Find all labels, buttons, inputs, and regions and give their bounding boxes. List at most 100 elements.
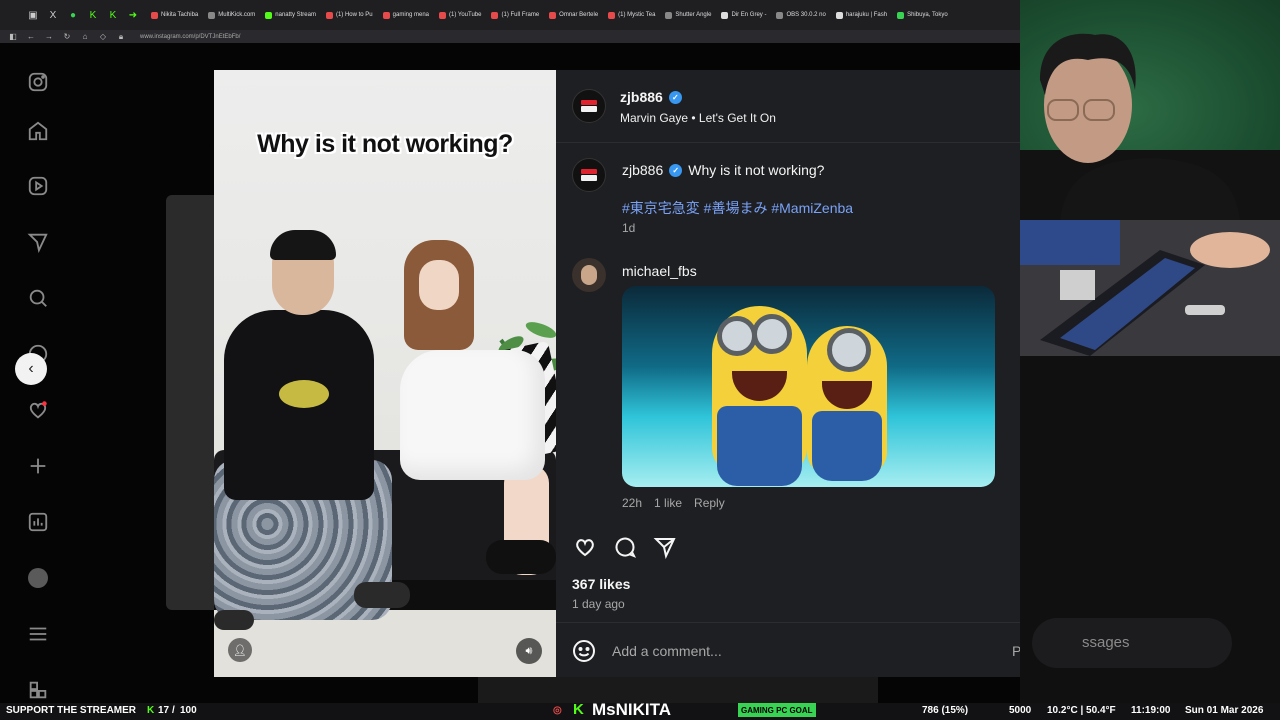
author-username[interactable]: zjb886 — [620, 89, 663, 105]
comment-likes[interactable]: 1 like — [654, 496, 682, 510]
circle-icon[interactable]: ● — [66, 8, 80, 22]
webcam-desk — [1020, 220, 1280, 356]
verified-badge-icon: ✓ — [669, 163, 683, 177]
verified-badge-icon: ✓ — [668, 90, 682, 104]
kick-icon[interactable]: K — [86, 8, 100, 22]
bookmark-icon — [325, 11, 333, 19]
forward-icon[interactable]: → — [44, 32, 54, 41]
sub-count: 17 — [158, 705, 170, 716]
bookmark[interactable]: Shutter Angle — [660, 0, 716, 30]
comment-icon[interactable] — [612, 534, 638, 560]
bookmark-icon — [835, 11, 843, 19]
bookmark[interactable]: (1) Mystic Tea — [603, 0, 660, 30]
previous-post-button[interactable]: ‹ — [15, 353, 47, 385]
volume-icon[interactable]: 🔊︎ — [516, 638, 542, 664]
stream-overlay-bar: SUPPORT THE STREAMER K 17 / 100 ◎ K MsNI… — [0, 700, 1280, 720]
commenter-avatar[interactable] — [572, 258, 606, 292]
create-icon[interactable] — [26, 454, 50, 478]
kick-icon[interactable]: K — [106, 8, 120, 22]
kick-icon: K — [147, 705, 155, 716]
bookmark-label: Shutter Angle — [675, 12, 712, 18]
caption-hashtags[interactable]: #東京宅急変 #善場まみ #MamiZenba — [622, 198, 853, 218]
messages-label: ssages — [1082, 634, 1130, 651]
menu-icon[interactable] — [26, 622, 50, 646]
goal-label: GAMING PC GOAL — [738, 703, 816, 717]
post-actions — [572, 534, 1042, 562]
bookmark-label: Shibuya, Tokyo — [907, 12, 948, 18]
search-icon[interactable] — [26, 286, 50, 310]
profile-avatar[interactable] — [26, 566, 50, 590]
messages-pill[interactable] — [1032, 618, 1232, 668]
bookmark[interactable]: (1) Full Frame — [486, 0, 544, 30]
commenter-username[interactable]: michael_fbs — [622, 263, 697, 279]
bookmark[interactable]: OBS 30.0.2 no — [771, 0, 830, 30]
post-music[interactable]: Marvin Gaye • Let's Get It On — [620, 111, 776, 125]
sidebar-toggle-icon[interactable]: ◧ — [8, 32, 18, 41]
bookmark-label: gaming mena — [392, 12, 429, 18]
author-avatar[interactable] — [572, 89, 606, 123]
slipper — [214, 610, 254, 630]
messages-icon[interactable] — [26, 230, 50, 254]
bookmark[interactable]: (1) How to Pu — [321, 0, 378, 30]
bookmark-label: Dir En Grey - — [731, 12, 767, 18]
instagram-logo-icon[interactable] — [26, 70, 50, 94]
x-icon[interactable]: X — [46, 8, 60, 22]
bookmark-icon — [549, 11, 557, 19]
bookmark[interactable]: Omnar Bertele — [544, 0, 603, 30]
home-icon[interactable] — [26, 119, 50, 143]
like-icon[interactable] — [572, 534, 598, 560]
notifications-icon[interactable] — [26, 398, 50, 422]
comment-reply-button[interactable]: Reply — [694, 496, 725, 510]
minion-overalls — [717, 406, 802, 486]
hoodie-logo — [279, 380, 329, 408]
home-icon[interactable]: ⌂ — [80, 32, 90, 41]
bookmark[interactable]: Dir En Grey - — [716, 0, 771, 30]
bookmark[interactable]: (1) YouTube — [434, 0, 486, 30]
bookmark[interactable]: nanatty Stream — [260, 0, 321, 30]
bookmark[interactable]: gaming mena — [378, 0, 434, 30]
bookmark-label: nanatty Stream — [275, 12, 316, 18]
dashboard-icon[interactable] — [26, 510, 50, 534]
divider — [556, 622, 1055, 623]
arrow-icon[interactable]: ➜ — [126, 8, 140, 22]
shield-icon[interactable]: ◇ — [98, 32, 108, 41]
woman-face — [419, 260, 459, 310]
bookmark-icon — [439, 11, 446, 19]
comment-input[interactable] — [612, 640, 992, 662]
bookmark[interactable]: Nikita Tachiba — [146, 0, 203, 30]
tab-grid-icon[interactable]: ▣ — [26, 8, 40, 22]
bookmark-label: (1) YouTube — [449, 12, 482, 18]
caption-username[interactable]: zjb886 — [622, 162, 663, 178]
bookmark-icon — [491, 11, 499, 19]
share-icon[interactable] — [652, 534, 678, 560]
bookmarks-bar: ▣ X ● K K ➜ Nikita Tachiba MultiKick.com… — [0, 0, 1020, 30]
reload-icon[interactable]: ↻ — [62, 32, 72, 41]
slipper — [354, 582, 410, 608]
sub-separator: / — [172, 705, 175, 716]
tagged-user-icon[interactable]: 👤︎ — [228, 638, 252, 662]
bookmark-icon — [608, 11, 616, 19]
like-count[interactable]: 367 likes — [572, 576, 630, 592]
post-video[interactable]: Why is it not working? 👤︎ 🔊︎ — [214, 70, 556, 677]
caption-avatar[interactable] — [572, 158, 606, 192]
webcam-face — [1020, 0, 1280, 220]
url-field[interactable]: www.instagram.com/p/DVTJnEtEbFb/ — [140, 34, 240, 40]
bookmark[interactable]: MultiKick.com — [203, 0, 260, 30]
back-icon[interactable]: ← — [26, 32, 36, 41]
slipper — [486, 540, 556, 574]
reels-icon[interactable] — [26, 174, 50, 198]
minion-goggle — [752, 314, 792, 354]
emoji-icon[interactable] — [572, 639, 596, 663]
bookmark[interactable]: Shibuya, Tokyo — [892, 0, 953, 30]
apps-icon[interactable] — [26, 678, 50, 702]
bookmark-label: (1) Full Frame — [501, 12, 540, 18]
support-label: SUPPORT THE STREAMER — [6, 705, 137, 716]
address-bar: ◧ ← → ↻ ⌂ ◇ 🔒︎ www.instagram.com/p/DVTJn… — [0, 30, 1020, 43]
bookmark-label: MultiKick.com — [218, 12, 256, 18]
minion-goggle — [827, 328, 871, 372]
divider — [556, 142, 1055, 143]
bookmark-label: (1) How to Pu — [335, 12, 373, 18]
caption-time: 1d — [622, 221, 636, 235]
bookmark[interactable]: harajuku | Fash — [831, 0, 892, 30]
clock: 11:19:00 — [1131, 705, 1171, 716]
